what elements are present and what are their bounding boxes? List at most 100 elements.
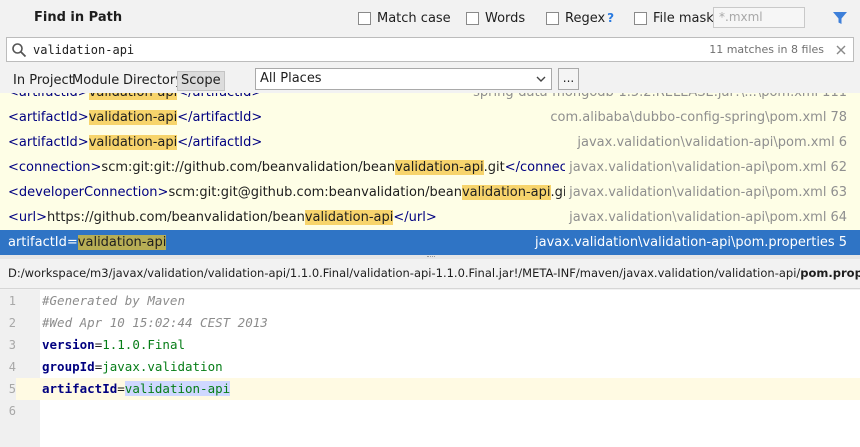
search-icon — [12, 43, 27, 58]
result-text-segment: https://github.com/beanvalidation/bean — [46, 210, 305, 225]
clear-icon[interactable] — [834, 43, 848, 57]
words-label: Words — [485, 10, 526, 26]
result-text-segment: <artifactId> — [8, 135, 89, 150]
match-highlight: validation-api — [395, 160, 484, 175]
result-text-segment: scm:git:git@github.com:beanvalidation/be… — [168, 185, 462, 200]
tab-module[interactable]: Module — [69, 71, 122, 91]
scope-dropdown[interactable]: All Places — [255, 68, 552, 90]
result-line-number: 78 — [830, 110, 847, 125]
preview-path-file: pom.properties — [800, 266, 860, 280]
browse-scope-button[interactable]: ... — [558, 68, 579, 90]
result-text: <connection>scm:git:git://github.com/bea… — [8, 155, 603, 180]
match-highlight: validation-api — [88, 93, 178, 100]
result-row[interactable]: artifactId=validation-api javax.validatio… — [0, 230, 860, 255]
result-text-segment: artifactId= — [8, 235, 78, 250]
result-line-number: 5 — [838, 235, 847, 250]
match-case-label: Match case — [377, 10, 451, 26]
line-number: 2 — [8, 316, 16, 330]
code-token: artifactId — [42, 381, 118, 396]
result-location: javax.validation\validation-api\pom.xml 6… — [565, 155, 847, 180]
words-checkbox[interactable] — [466, 11, 479, 25]
result-line-number: 6 — [838, 135, 847, 150]
code-text: artifactId=validation-api — [42, 378, 231, 400]
result-text-segment: <artifactId> — [8, 110, 89, 125]
regex-help-icon[interactable]: ? — [607, 11, 614, 25]
result-text: <artifactId>validation-api</artifactId> — [8, 130, 262, 155]
code-token: #Wed Apr 10 15:02:44 CEST 2013 — [42, 315, 268, 330]
code-line: 3 version=1.1.0.Final — [0, 334, 860, 356]
result-location: javax.validation\validation-api\pom.xml 6 — [573, 130, 847, 155]
result-location: javax.validation\validation-api\pom.xml 6… — [565, 180, 847, 205]
result-text-segment: .git — [483, 160, 505, 175]
tab-scope[interactable]: Scope — [177, 71, 225, 91]
result-text-segment: <connection> — [8, 160, 102, 175]
result-file: javax.validation\validation-api\pom.xml — [569, 210, 827, 225]
line-number: 4 — [8, 360, 16, 374]
code-token: version — [42, 337, 95, 352]
file-mask-input[interactable]: *.mxml — [713, 7, 805, 28]
result-line-number: 111 — [822, 93, 847, 100]
results-list[interactable]: <artifactId>validation-api</artifactId>s… — [0, 93, 860, 256]
result-file: spring-data-mongodb-1.5.2.RELEASE.jar!\.… — [473, 93, 818, 100]
code-text: #Wed Apr 10 15:02:44 CEST 2013 — [42, 312, 268, 334]
result-row[interactable]: <artifactId>validation-api</artifactId> j… — [0, 130, 860, 155]
code-token: validation-api — [124, 381, 231, 396]
preview-path-prefix: D:/workspace/m3/javax/validation/validat… — [8, 266, 801, 280]
file-mask-checkbox[interactable] — [634, 11, 647, 25]
search-field[interactable]: 11 matches in 8 files — [6, 37, 854, 62]
result-line-number: 63 — [830, 185, 847, 200]
line-number: 3 — [8, 338, 16, 352]
result-file: javax.validation\validation-api\pom.xml — [569, 185, 827, 200]
result-row[interactable]: <url>https://github.com/beanvalidation/b… — [0, 205, 860, 230]
result-location: javax.validation\validation-api\pom.prop… — [531, 230, 847, 255]
code-token: groupId — [42, 359, 95, 374]
result-file: javax.validation\validation-api\pom.prop… — [535, 235, 835, 250]
code-preview[interactable]: 1 #Generated by Maven 2 #Wed Apr 10 15:02:4… — [0, 290, 860, 447]
result-location: javax.validation\validation-api\pom.xml 6… — [565, 205, 847, 230]
search-input[interactable] — [33, 40, 633, 59]
regex-checkbox[interactable] — [546, 11, 559, 25]
line-number: 1 — [8, 294, 16, 308]
code-line: 1 #Generated by Maven — [0, 290, 860, 312]
match-highlight: validation-api — [304, 210, 394, 225]
line-number: 5 — [0, 378, 16, 400]
words-option[interactable]: Words — [466, 9, 525, 27]
result-text: <artifactId>validation-api</artifactId> — [8, 105, 262, 130]
result-row[interactable]: <artifactId>validation-api</artifactId> s… — [0, 93, 860, 105]
regex-option[interactable]: Regex ? — [546, 9, 614, 27]
chevron-down-icon — [536, 76, 546, 82]
result-row[interactable]: <artifactId>validation-api</artifactId> c… — [0, 105, 860, 130]
code-text: groupId=javax.validation — [42, 356, 223, 378]
code-token: 1.1.0.Final — [102, 337, 186, 352]
code-text: version=1.1.0.Final — [42, 334, 185, 356]
result-text-segment: <url> — [8, 210, 47, 225]
result-text: <artifactId>validation-api</artifactId> — [8, 93, 262, 105]
result-text-segment: scm:git:git://github.com/beanvalidation/… — [101, 160, 396, 175]
match-count: 11 matches in 8 files — [709, 43, 824, 56]
result-text-segment: <developerConnection> — [8, 185, 169, 200]
file-mask-label: File mask: — [653, 10, 719, 26]
match-highlight: validation-api — [461, 185, 551, 200]
code-text: #Generated by Maven — [42, 290, 185, 312]
filter-icon[interactable] — [832, 10, 848, 26]
match-case-option[interactable]: Match case — [358, 9, 451, 27]
code-line: 6 — [0, 400, 860, 422]
match-highlight: validation-api — [88, 110, 178, 125]
result-text: artifactId=validation-api — [8, 230, 167, 255]
preview-path-bar: D:/workspace/m3/javax/validation/validat… — [0, 259, 860, 289]
result-row[interactable]: <connection>scm:git:git://github.com/bea… — [0, 155, 860, 180]
code-token: = — [117, 381, 125, 396]
file-mask-option[interactable]: File mask: — [634, 9, 718, 27]
match-case-checkbox[interactable] — [358, 11, 371, 25]
tab-in-project[interactable]: In Project — [10, 71, 77, 91]
result-text-segment: </artifactId> — [177, 93, 262, 100]
dialog-title: Find in Path — [34, 10, 123, 25]
preview-path: D:/workspace/m3/javax/validation/validat… — [8, 266, 860, 280]
dialog-header: Find in Path Match case Words Regex ? Fi… — [0, 0, 860, 36]
result-text: <url>https://github.com/beanvalidation/b… — [8, 205, 437, 230]
code-line: 5 artifactId=validation-api — [0, 378, 860, 400]
result-location: com.alibaba\dubbo-config-spring\pom.xml 7… — [546, 105, 847, 130]
match-highlight: validation-api — [77, 235, 167, 250]
result-row[interactable]: <developerConnection>scm:git:git@github.… — [0, 180, 860, 205]
result-file: javax.validation\validation-api\pom.xml — [569, 160, 827, 175]
